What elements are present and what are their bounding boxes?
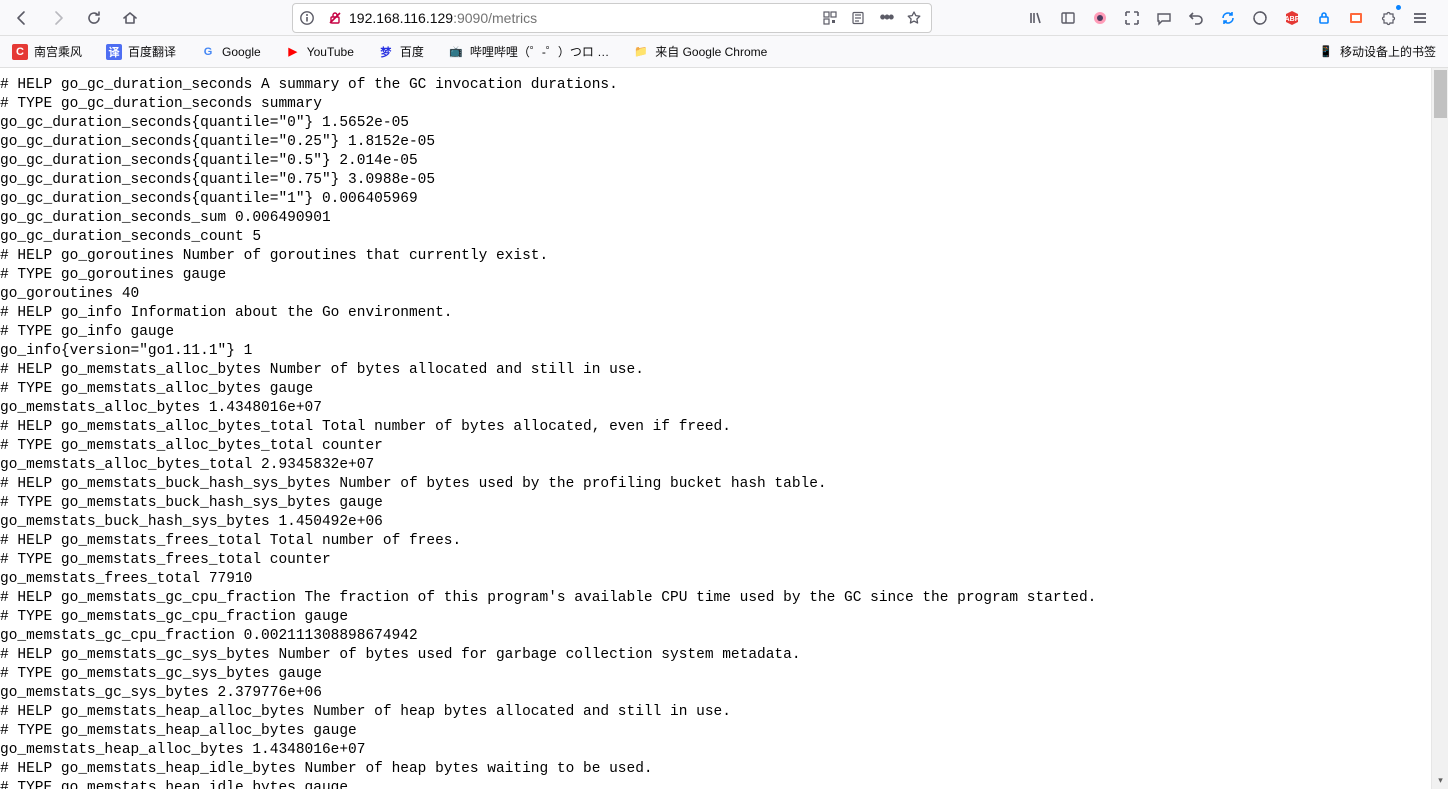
- bookmark-icon: G: [200, 44, 216, 60]
- url-host: 192.168.116.129: [349, 10, 453, 26]
- bookmark-icon: C: [12, 44, 28, 60]
- scrollbar-thumb[interactable]: [1434, 70, 1447, 118]
- bookmark-label: YouTube: [307, 45, 354, 59]
- bookmark-label: 百度: [400, 43, 424, 60]
- screenshot-icon[interactable]: [1118, 4, 1146, 32]
- bookmark-item-4[interactable]: 梦百度: [374, 39, 428, 64]
- bookmark-item-3[interactable]: ▶ YouTube: [281, 40, 358, 64]
- extension-generic-icon-3[interactable]: [1342, 4, 1370, 32]
- extension-generic-icon-2[interactable]: [1246, 4, 1274, 32]
- bookmarks-bar: C 南宫乘风 译百度翻译 G Google ▶ YouTube 梦百度 📺 哔哩哔哩（゜-゜）つロ…: [0, 36, 1448, 68]
- url-path: /metrics: [488, 10, 537, 26]
- bookmark-label: 哔哩哔哩（゜-゜）つロ …: [470, 43, 609, 60]
- lock-icon[interactable]: [1310, 4, 1338, 32]
- bookmark-item-2[interactable]: G Google: [196, 40, 265, 64]
- bookmark-item-6[interactable]: 📁 来自 Google Chrome: [629, 39, 771, 64]
- bookmark-star-icon[interactable]: [901, 5, 927, 31]
- metrics-output: # HELP go_gc_duration_seconds A summary …: [0, 68, 1431, 789]
- reader-mode-icon[interactable]: [845, 5, 871, 31]
- address-bar-actions: •••: [817, 5, 931, 31]
- bookmark-label: Google: [222, 45, 261, 59]
- qr-code-icon[interactable]: [817, 5, 843, 31]
- bookmark-label: 百度翻译: [128, 43, 176, 60]
- bookmark-icon: 梦: [378, 44, 394, 60]
- extension-generic-icon-1[interactable]: [1086, 4, 1114, 32]
- bookmark-icon: ▶: [285, 44, 301, 60]
- forward-button[interactable]: [44, 4, 72, 32]
- mobile-icon: 📱: [1318, 44, 1334, 60]
- bookmark-item-0[interactable]: C 南宫乘风: [8, 39, 86, 64]
- chat-icon[interactable]: [1150, 4, 1178, 32]
- bookmark-label: 来自 Google Chrome: [655, 43, 767, 60]
- mobile-bookmarks-label: 移动设备上的书签: [1340, 43, 1436, 60]
- bookmark-item-5[interactable]: 📺 哔哩哔哩（゜-゜）つロ …: [444, 39, 613, 64]
- browser-toolbar: 192.168.116.129:9090/metrics ••• ABP: [0, 0, 1448, 36]
- content-area: # HELP go_gc_duration_seconds A summary …: [0, 68, 1448, 789]
- scrollbar-down-arrow[interactable]: ▾: [1432, 772, 1448, 789]
- home-button[interactable]: [116, 4, 144, 32]
- reload-button[interactable]: [80, 4, 108, 32]
- back-button[interactable]: [8, 4, 36, 32]
- bookmark-icon: 译: [106, 44, 122, 60]
- app-menu-icon[interactable]: [1406, 4, 1434, 32]
- bookmark-icon: 📁: [633, 44, 649, 60]
- bookmark-item-1[interactable]: 译百度翻译: [102, 39, 180, 64]
- mobile-bookmarks[interactable]: 📱 移动设备上的书签: [1314, 39, 1440, 64]
- url-text: 192.168.116.129:9090/metrics: [349, 10, 817, 26]
- svg-text:ABP: ABP: [1285, 16, 1300, 23]
- library-icon[interactable]: [1022, 4, 1050, 32]
- vertical-scrollbar[interactable]: ▾: [1431, 68, 1448, 789]
- bookmark-label: 南宫乘风: [34, 43, 82, 60]
- sync-icon[interactable]: [1214, 4, 1242, 32]
- extension-icons: ABP: [1022, 4, 1440, 32]
- address-bar[interactable]: 192.168.116.129:9090/metrics •••: [292, 3, 932, 33]
- extensions-puzzle-icon[interactable]: [1374, 4, 1402, 32]
- url-port: :9090: [453, 10, 488, 26]
- undo-icon[interactable]: [1182, 4, 1210, 32]
- adblock-icon[interactable]: ABP: [1278, 4, 1306, 32]
- info-icon[interactable]: [293, 10, 321, 26]
- insecure-connection-icon[interactable]: [321, 10, 349, 26]
- bookmark-icon: 📺: [448, 44, 464, 60]
- sidebar-icon[interactable]: [1054, 4, 1082, 32]
- page-actions-icon[interactable]: •••: [873, 5, 899, 31]
